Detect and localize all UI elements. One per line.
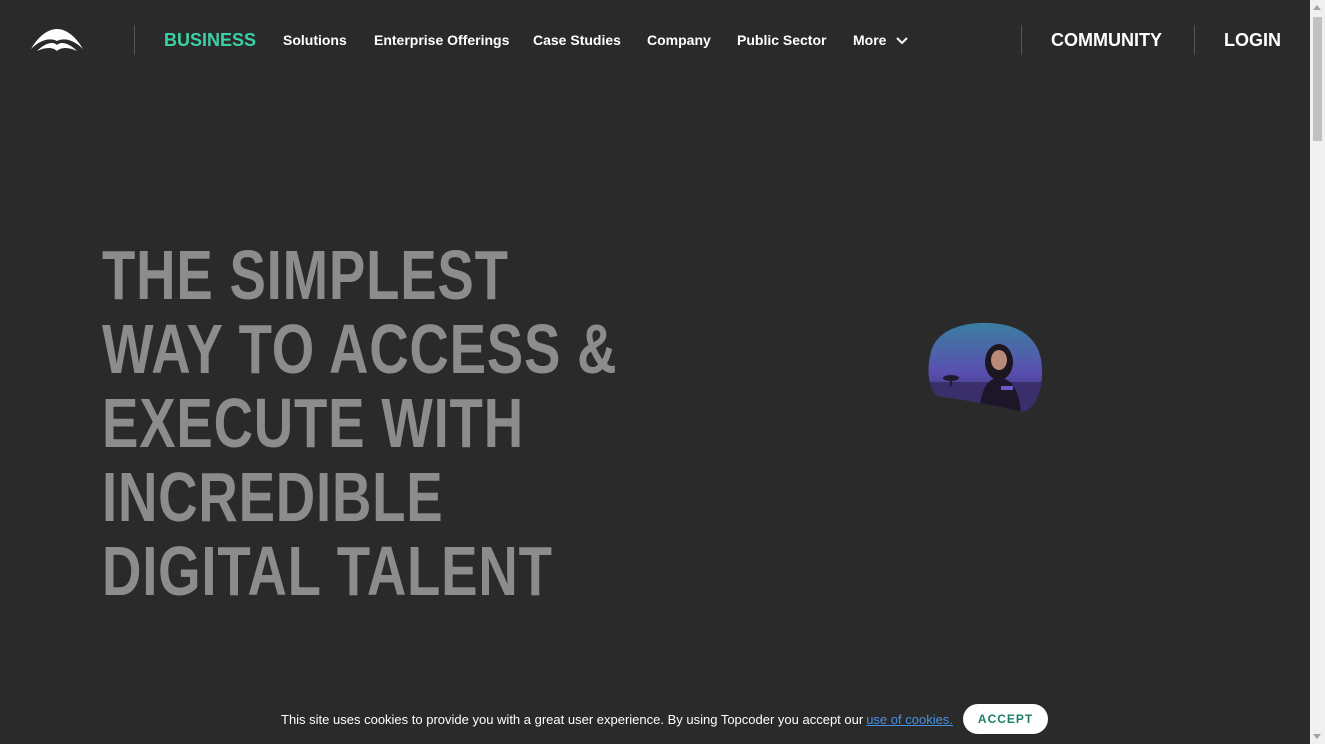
nav-divider bbox=[134, 25, 135, 55]
nav-divider bbox=[1021, 25, 1022, 55]
nav-divider bbox=[1194, 25, 1195, 55]
hero-line: EXECUTE WITH bbox=[102, 384, 524, 462]
top-navigation: BUSINESS Solutions Enterprise Offerings … bbox=[0, 0, 1310, 80]
nav-more-label: More bbox=[853, 32, 887, 48]
cookie-text: This site uses cookies to provide you wi… bbox=[281, 711, 864, 727]
accept-cookies-button[interactable]: ACCEPT bbox=[962, 704, 1049, 734]
nav-business[interactable]: BUSINESS bbox=[164, 29, 256, 51]
hero-line: INCREDIBLE bbox=[102, 458, 444, 536]
vertical-scrollbar[interactable] bbox=[1310, 0, 1325, 744]
cookie-banner: This site uses cookies to provide you wi… bbox=[281, 703, 1049, 735]
nav-case-studies[interactable]: Case Studies bbox=[533, 31, 621, 49]
hero-line: THE SIMPLEST bbox=[102, 236, 509, 314]
nav-community[interactable]: COMMUNITY bbox=[1051, 29, 1162, 51]
hero-heading: THE SIMPLEST WAY TO ACCESS & EXECUTE WIT… bbox=[102, 236, 618, 610]
nav-login[interactable]: LOGIN bbox=[1224, 29, 1281, 51]
scroll-down-arrow-icon[interactable] bbox=[1313, 734, 1321, 739]
scrollbar-thumb[interactable] bbox=[1313, 17, 1322, 141]
scroll-up-arrow-icon[interactable] bbox=[1313, 5, 1321, 10]
cookie-policy-link[interactable]: use of cookies. bbox=[866, 712, 953, 727]
chevron-down-icon bbox=[896, 37, 909, 45]
nav-company[interactable]: Company bbox=[647, 31, 711, 49]
nav-solutions[interactable]: Solutions bbox=[283, 31, 347, 49]
hero-portrait-image bbox=[928, 322, 1043, 413]
hero-line: DIGITAL TALENT bbox=[102, 532, 553, 610]
hero-line: WAY TO ACCESS & bbox=[102, 310, 618, 388]
nav-more[interactable]: More bbox=[853, 31, 909, 49]
nav-enterprise-offerings[interactable]: Enterprise Offerings bbox=[374, 31, 509, 49]
nav-public-sector[interactable]: Public Sector bbox=[737, 31, 826, 49]
topcoder-logo-icon[interactable] bbox=[29, 27, 85, 53]
